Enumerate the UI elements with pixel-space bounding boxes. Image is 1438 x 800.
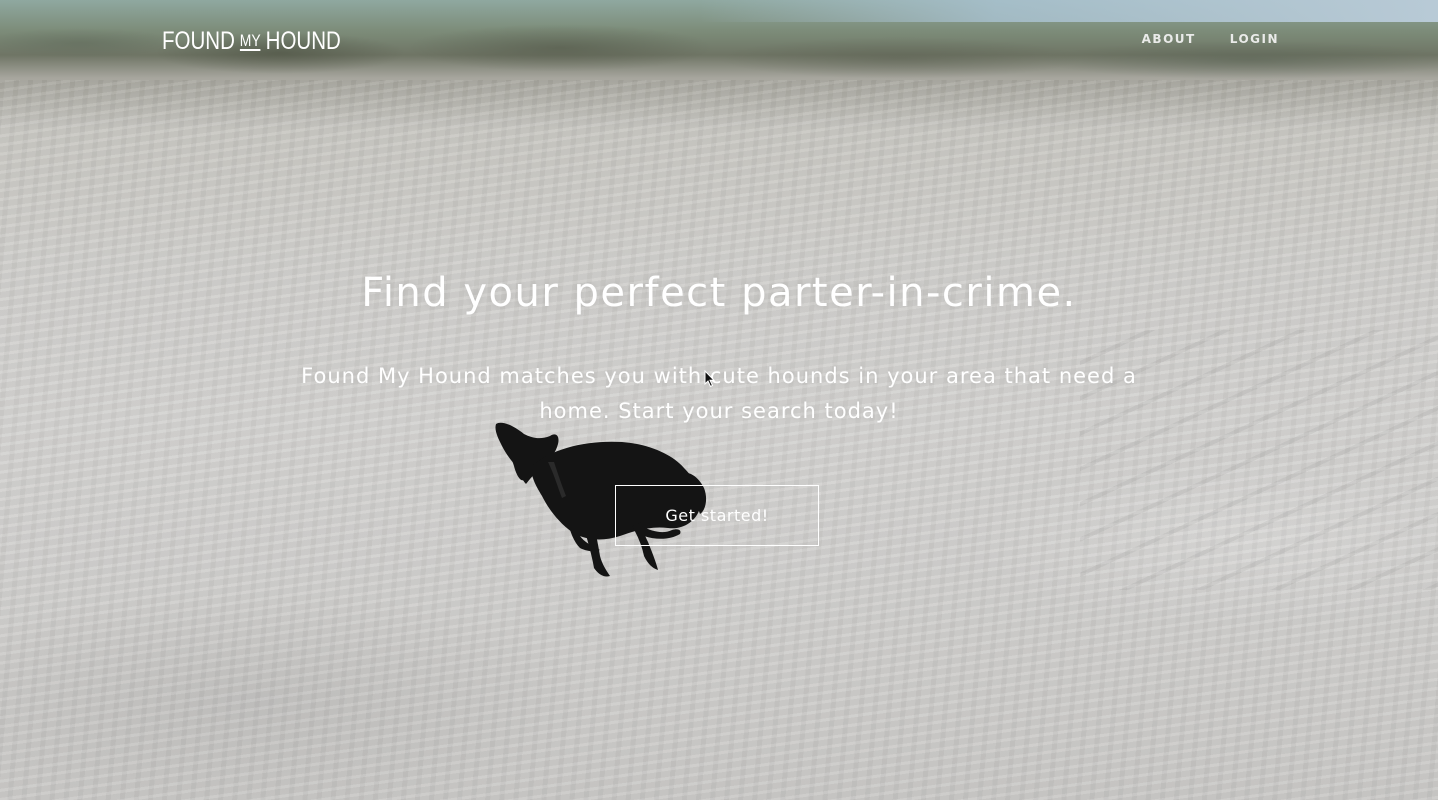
top-nav: ABOUT LOGIN xyxy=(1142,32,1279,46)
logo-word-hound: HOUND xyxy=(265,27,341,55)
mouse-cursor-icon xyxy=(704,370,716,388)
nav-about-link[interactable]: ABOUT xyxy=(1142,32,1196,46)
logo-word-my: MY xyxy=(239,31,261,51)
hero-subtext: Found My Hound matches you with cute hou… xyxy=(301,364,1137,423)
logo-word-found: FOUND xyxy=(162,27,235,55)
nav-login-link[interactable]: LOGIN xyxy=(1230,32,1279,46)
brand-logo[interactable]: FOUND MY HOUND xyxy=(162,27,341,56)
get-started-button[interactable]: Get started! xyxy=(615,485,819,546)
hero-headline: Find your perfect parter-in-crime. xyxy=(361,270,1077,316)
hero-background: FOUND MY HOUND ABOUT LOGIN Find your per… xyxy=(0,0,1438,800)
